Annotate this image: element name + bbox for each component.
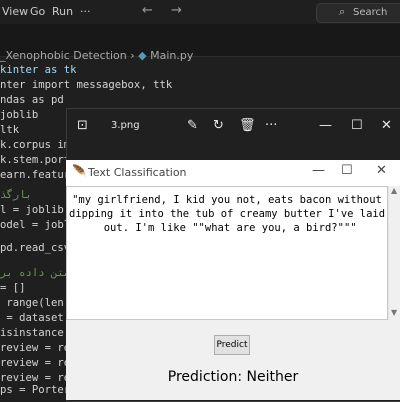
chevron-right-icon: › bbox=[130, 49, 139, 62]
search-icon: ⌕ bbox=[339, 5, 346, 18]
breadcrumb-file[interactable]: Main.py bbox=[150, 49, 193, 62]
minimize-icon[interactable]: — bbox=[319, 118, 332, 133]
menu-more[interactable]: ··· bbox=[80, 5, 91, 18]
breadcrumb: _Xenophobic Detection › ◆ Main.py bbox=[0, 49, 193, 63]
nav-arrows: ← → bbox=[142, 3, 182, 18]
code-line: nter import messagebox, ttk bbox=[0, 79, 173, 91]
code-line: = [] bbox=[0, 282, 26, 294]
command-search-box[interactable]: ⌕ Search bbox=[316, 3, 400, 23]
scroll-down-icon[interactable]: ▼ bbox=[391, 308, 397, 317]
scroll-up-icon[interactable]: ▲ bbox=[391, 186, 397, 195]
forward-arrow-icon[interactable]: → bbox=[171, 3, 182, 18]
code-line: ndas as pd bbox=[0, 94, 64, 106]
photos-file-title: 3.png bbox=[111, 120, 140, 131]
tk-window: 🪶 Text Classification — ☐ ✕ "my girlfrie… bbox=[66, 160, 400, 400]
maximize-icon[interactable]: ☐ bbox=[351, 118, 363, 133]
code-line: بارگذ bbox=[0, 189, 32, 201]
feather-icon: 🪶 bbox=[72, 164, 87, 178]
predict-button[interactable]: Predict bbox=[214, 335, 250, 355]
more-options-icon[interactable]: ··· bbox=[265, 118, 277, 133]
prediction-result: Prediction: Neither bbox=[167, 369, 299, 385]
tk-titlebar: 🪶 Text Classification — ☐ ✕ bbox=[66, 160, 400, 186]
code-line: pd.read_csv bbox=[0, 242, 71, 254]
close-icon[interactable]: ✕ bbox=[381, 118, 392, 133]
search-label: Search bbox=[353, 7, 388, 18]
minimize-icon[interactable]: — bbox=[312, 163, 325, 178]
gallery-icon[interactable]: ⊡ bbox=[77, 118, 88, 133]
tk-window-title: Text Classification bbox=[88, 166, 187, 179]
maximize-icon[interactable]: ☐ bbox=[341, 163, 353, 178]
code-line: kinter as tk bbox=[0, 64, 77, 76]
breadcrumb-folder[interactable]: _Xenophobic Detection bbox=[0, 49, 127, 62]
close-icon[interactable]: ✕ bbox=[376, 163, 387, 178]
code-line: متن داده بر bbox=[0, 267, 71, 279]
code-line: joblib bbox=[0, 109, 39, 121]
edit-icon[interactable]: ✎ bbox=[187, 118, 198, 133]
delete-icon[interactable]: 🗑 bbox=[239, 118, 256, 133]
menu-go[interactable]: Go bbox=[30, 5, 45, 18]
menu-run[interactable]: Run bbox=[52, 5, 73, 18]
menu-view[interactable]: View bbox=[2, 5, 28, 18]
back-arrow-icon[interactable]: ← bbox=[142, 3, 153, 18]
code-line: ltk bbox=[0, 124, 20, 136]
python-file-icon: ◆ bbox=[138, 49, 147, 62]
photos-toolbar: ⊡ 3.png ✎ ↻ 🗑 ··· — ☐ ✕ bbox=[67, 109, 400, 145]
rotate-icon[interactable]: ↻ bbox=[213, 118, 224, 133]
text-input-area[interactable]: "my girlfriend, I kid you not, eats baco… bbox=[66, 186, 388, 320]
text-scrollbar[interactable]: ▲ ▼ bbox=[388, 186, 400, 320]
